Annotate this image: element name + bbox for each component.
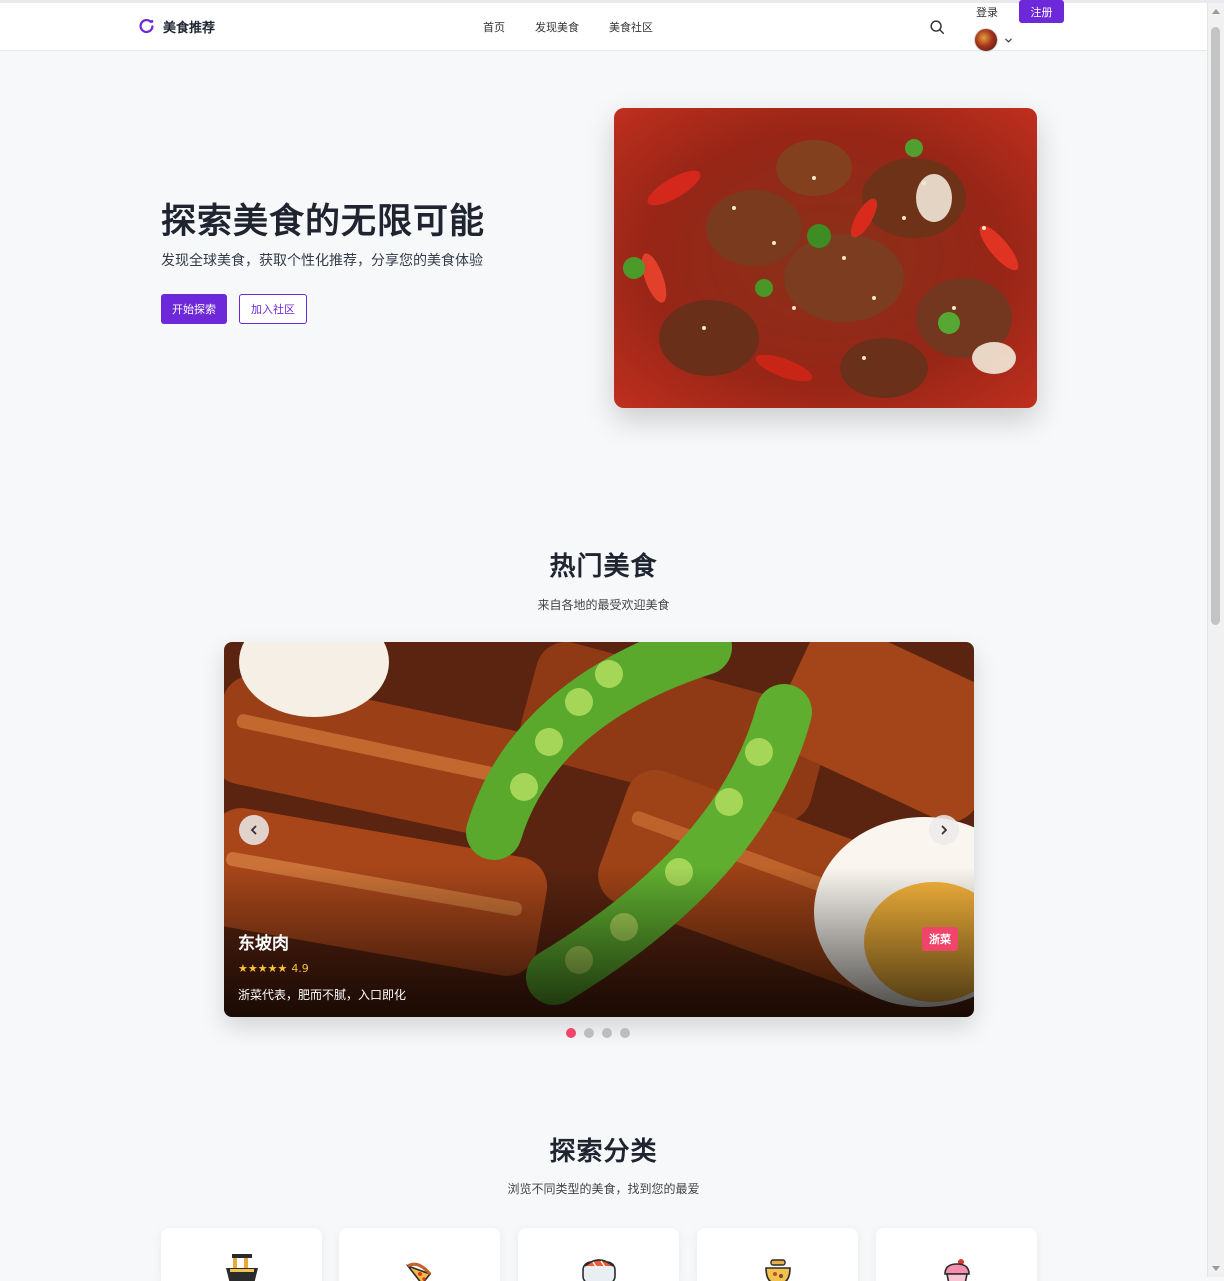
cupcake-icon: [943, 1259, 970, 1281]
dish-rating: ★★★★★ 4.9: [238, 962, 309, 975]
spicy-chicken-illustration: [614, 108, 1037, 408]
rating-value: 4.9: [291, 962, 309, 975]
pizza-icon: [405, 1262, 431, 1281]
category-card-dessert[interactable]: [876, 1228, 1037, 1281]
page-scrollbar[interactable]: [1207, 3, 1224, 1277]
chevron-left-icon: [250, 825, 257, 835]
categories-subtitle: 浏览不同类型的美食，找到您的最爱: [507, 1182, 700, 1196]
food-carousel[interactable]: 东坡肉 ★★★★★ 4.9 浙菜代表，肥而不腻，入口即化 浙菜: [224, 642, 974, 1017]
brand-logo-icon: [139, 18, 154, 34]
popular-subtitle: 来自各地的最受欢迎美食: [537, 598, 670, 612]
carousel-dot-4[interactable]: [620, 1028, 630, 1038]
dish-name: 东坡肉: [238, 934, 289, 954]
carousel-dot-2[interactable]: [584, 1028, 594, 1038]
nav-links: 首页 发现美食 美食社区: [483, 19, 653, 35]
carousel-prev-button[interactable]: [239, 815, 269, 845]
nav-discover[interactable]: 发现美食: [535, 19, 579, 35]
noodles-icon: [225, 1254, 258, 1281]
register-button[interactable]: 注册: [1019, 0, 1064, 23]
popular-title: 热门美食: [549, 552, 658, 582]
rating-stars: ★★★★★: [238, 962, 288, 975]
brand-name: 美食推荐: [163, 21, 216, 36]
join-community-button[interactable]: 加入社区: [239, 294, 307, 324]
login-link[interactable]: 登录: [976, 4, 998, 20]
carousel-dot-3[interactable]: [602, 1028, 612, 1038]
search-icon[interactable]: [928, 18, 946, 36]
sushi-icon: [581, 1259, 616, 1281]
scroll-up-arrow-icon[interactable]: [1212, 9, 1220, 14]
scroll-down-arrow-icon[interactable]: [1212, 1266, 1220, 1271]
nav-home[interactable]: 首页: [483, 19, 505, 35]
navbar: 美食推荐 首页 发现美食 美食社区 登录 注册: [0, 0, 1207, 52]
soup-icon: [764, 1259, 791, 1281]
hero-title: 探索美食的无限可能: [161, 202, 486, 242]
category-card-soup[interactable]: [697, 1228, 858, 1281]
categories-title: 探索分类: [549, 1137, 658, 1167]
category-card-noodles[interactable]: [161, 1228, 322, 1281]
dish-description: 浙菜代表，肥而不腻，入口即化: [238, 988, 407, 1002]
carousel-next-button[interactable]: [929, 815, 959, 845]
scroll-thumb[interactable]: [1211, 27, 1220, 625]
cuisine-tag: 浙菜: [922, 927, 958, 951]
chevron-right-icon: [941, 825, 948, 835]
carousel-dot-1[interactable]: [566, 1028, 576, 1038]
user-menu[interactable]: [974, 28, 1013, 52]
hero-subtitle: 发现全球美食，获取个性化推荐，分享您的美食体验: [161, 253, 483, 269]
start-explore-button[interactable]: 开始探索: [161, 294, 227, 324]
nav-community[interactable]: 美食社区: [609, 19, 653, 35]
brand[interactable]: 美食推荐: [138, 17, 215, 36]
hero-food-image: [614, 108, 1037, 408]
carousel-dots: [566, 1028, 630, 1038]
chevron-down-icon: [1005, 38, 1012, 43]
category-card-sushi[interactable]: [518, 1228, 679, 1281]
category-card-pizza[interactable]: [339, 1228, 500, 1281]
avatar[interactable]: [974, 28, 998, 52]
